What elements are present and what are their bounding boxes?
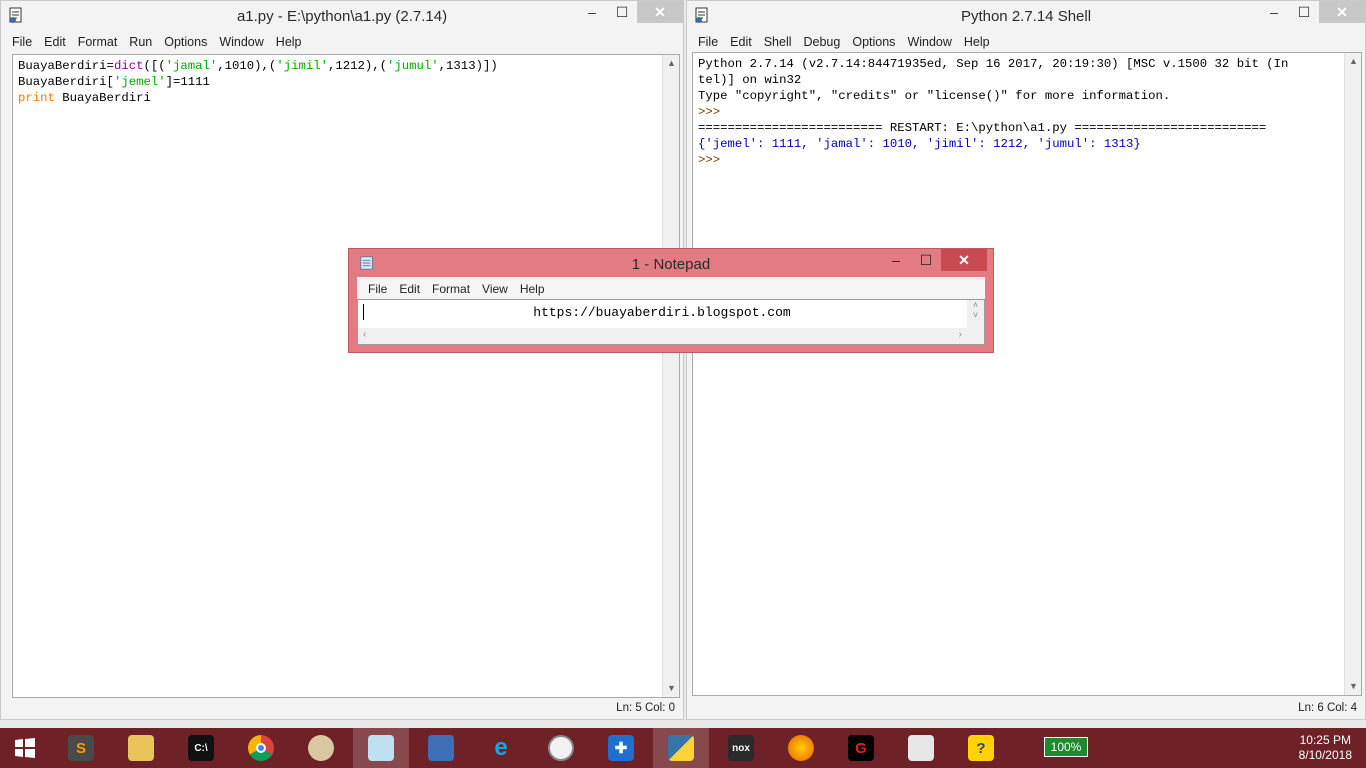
- shell-line: Type "copyright", "credits" or "license(…: [698, 89, 1171, 103]
- clock-app-icon[interactable]: [533, 728, 589, 768]
- code-text[interactable]: BuayaBerdiri=dict([('jamal',1010),('jimi…: [13, 55, 679, 106]
- clock-date: 8/10/2018: [1298, 748, 1352, 762]
- notepad-hscroll[interactable]: ‹ ›: [358, 328, 984, 344]
- file-explorer-icon[interactable]: [113, 728, 169, 768]
- taskbar: S C:\ e ✚ nox G ? 100% 10:25 PM 8/10/201…: [0, 728, 1366, 768]
- menu-options[interactable]: Options: [158, 31, 213, 53]
- close-icon[interactable]: ✕: [637, 1, 683, 23]
- menu-edit[interactable]: Edit: [724, 31, 758, 53]
- menu-file[interactable]: File: [362, 277, 393, 299]
- paint-icon[interactable]: [293, 728, 349, 768]
- scroll-right-icon[interactable]: ›: [959, 329, 962, 340]
- python-icon[interactable]: [653, 728, 709, 768]
- notepad-titlebar[interactable]: 1 - Notepad – ☐ ✕: [349, 249, 993, 277]
- minimize-icon[interactable]: –: [577, 1, 607, 23]
- notepad-menubar: File Edit Format View Help: [357, 277, 985, 299]
- menu-format[interactable]: Format: [72, 31, 124, 53]
- garena-icon[interactable]: G: [833, 728, 889, 768]
- editor-menubar: File Edit Format Run Options Window Help: [1, 31, 683, 53]
- scroll-up-icon[interactable]: ▲: [1345, 53, 1361, 70]
- minimize-icon[interactable]: –: [1259, 1, 1289, 23]
- clock-time: 10:25 PM: [1299, 733, 1351, 747]
- scroll-down-icon[interactable]: ▼: [663, 680, 679, 697]
- scroll-down-icon[interactable]: ▼: [1345, 678, 1361, 695]
- menu-help[interactable]: Help: [958, 31, 996, 53]
- shell-prompt: >>>: [698, 105, 728, 119]
- editor-scrollbar[interactable]: ▲ ▼: [662, 55, 679, 697]
- remote-desktop-icon[interactable]: [413, 728, 469, 768]
- system-clock[interactable]: 10:25 PM 8/10/2018: [1299, 733, 1352, 763]
- menu-shell[interactable]: Shell: [758, 31, 798, 53]
- notepad-window[interactable]: 1 - Notepad – ☐ ✕ File Edit Format View …: [348, 248, 994, 353]
- notepad-text-area[interactable]: https://buayaberdiri.blogspot.com ˄ ˅ ‹ ›: [357, 299, 985, 345]
- menu-help[interactable]: Help: [514, 277, 551, 299]
- menu-file[interactable]: File: [6, 31, 38, 53]
- shell-prompt: >>>: [698, 153, 728, 167]
- menu-view[interactable]: View: [476, 277, 514, 299]
- code-editor[interactable]: BuayaBerdiri=dict([('jamal',1010),('jimi…: [12, 54, 680, 698]
- menu-run[interactable]: Run: [123, 31, 158, 53]
- system-monitor-icon[interactable]: [893, 728, 949, 768]
- editor-window[interactable]: a1.py - E:\python\a1.py (2.7.14) – ☐ ✕ F…: [0, 0, 684, 720]
- maximize-icon[interactable]: ☐: [1289, 1, 1319, 23]
- shell-output[interactable]: Python 2.7.14 (v2.7.14:84471935ed, Sep 1…: [692, 52, 1362, 696]
- desktop: a1.py - E:\python\a1.py (2.7.14) – ☐ ✕ F…: [0, 0, 1366, 728]
- shell-scrollbar[interactable]: ▲ ▼: [1344, 53, 1361, 695]
- firefox-icon[interactable]: [773, 728, 829, 768]
- command-prompt-icon[interactable]: C:\: [173, 728, 229, 768]
- shell-line: tel)] on win32: [698, 73, 802, 87]
- shell-window[interactable]: Python 2.7.14 Shell – ☐ ✕ File Edit Shel…: [686, 0, 1366, 720]
- shell-titlebar[interactable]: Python 2.7.14 Shell – ☐ ✕: [687, 1, 1365, 31]
- windows-start-icon[interactable]: [0, 728, 50, 768]
- editor-status: Ln: 5 Col: 0: [616, 702, 675, 714]
- menu-file[interactable]: File: [692, 31, 724, 53]
- editor-titlebar[interactable]: a1.py - E:\python\a1.py (2.7.14) – ☐ ✕: [1, 1, 683, 31]
- shell-text[interactable]: Python 2.7.14 (v2.7.14:84471935ed, Sep 1…: [693, 53, 1361, 168]
- minimize-icon[interactable]: –: [881, 249, 911, 271]
- menu-edit[interactable]: Edit: [393, 277, 426, 299]
- shell-status: Ln: 6 Col: 4: [1298, 702, 1357, 714]
- help-icon[interactable]: ?: [953, 728, 1009, 768]
- menu-window[interactable]: Window: [901, 31, 957, 53]
- menu-options[interactable]: Options: [846, 31, 901, 53]
- shell-menubar: File Edit Shell Debug Options Window Hel…: [687, 31, 1365, 53]
- chrome-icon[interactable]: [233, 728, 289, 768]
- notepad-icon[interactable]: [353, 728, 409, 768]
- menu-window[interactable]: Window: [213, 31, 269, 53]
- restart-line: ========================= RESTART: E:\py…: [698, 121, 1267, 135]
- menu-help[interactable]: Help: [270, 31, 308, 53]
- menu-edit[interactable]: Edit: [38, 31, 72, 53]
- nox-icon[interactable]: nox: [713, 728, 769, 768]
- battery-indicator[interactable]: 100%: [1044, 737, 1088, 757]
- close-icon[interactable]: ✕: [1319, 1, 1365, 23]
- close-icon[interactable]: ✕: [941, 249, 987, 271]
- notepad-content: https://buayaberdiri.blogspot.com: [533, 305, 791, 320]
- sublime-text-icon[interactable]: S: [53, 728, 109, 768]
- menu-debug[interactable]: Debug: [798, 31, 847, 53]
- shell-line: Python 2.7.14 (v2.7.14:84471935ed, Sep 1…: [698, 57, 1289, 71]
- defender-icon[interactable]: ✚: [593, 728, 649, 768]
- windows-logo-icon: [15, 738, 35, 758]
- scroll-up-icon[interactable]: ▲: [663, 55, 679, 72]
- maximize-icon[interactable]: ☐: [911, 249, 941, 271]
- program-output: {'jemel': 1111, 'jamal': 1010, 'jimil': …: [698, 137, 1141, 151]
- menu-format[interactable]: Format: [426, 277, 476, 299]
- maximize-icon[interactable]: ☐: [607, 1, 637, 23]
- notepad-vscroll[interactable]: ˄ ˅: [967, 300, 984, 328]
- scroll-left-icon[interactable]: ‹: [363, 329, 366, 340]
- internet-explorer-icon[interactable]: e: [473, 728, 529, 768]
